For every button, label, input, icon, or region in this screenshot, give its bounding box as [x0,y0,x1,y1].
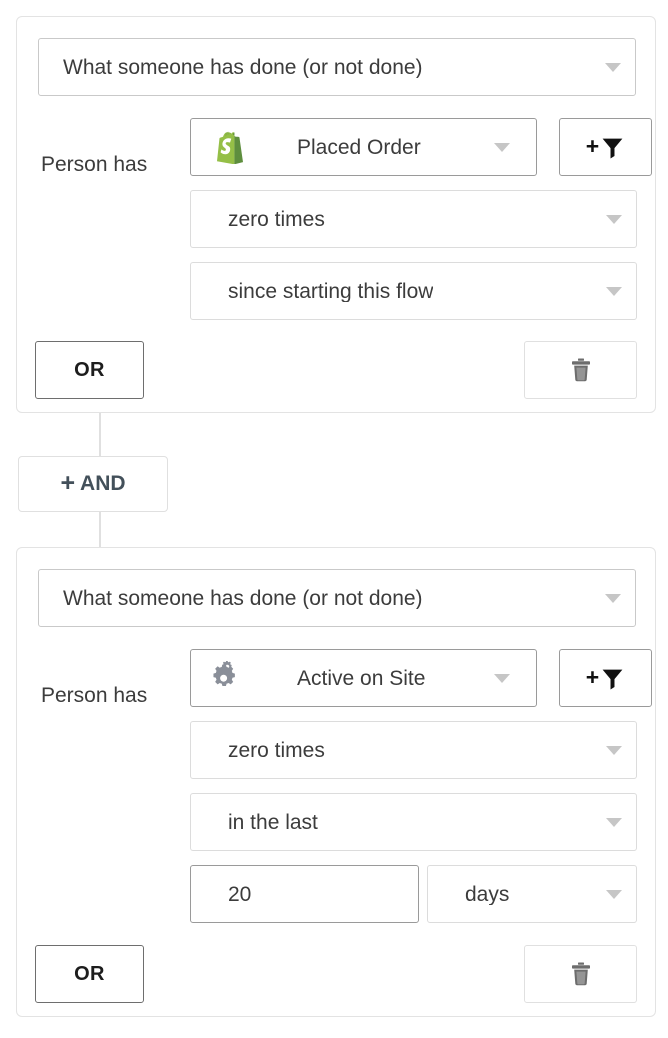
or-button-label: OR [74,962,105,985]
metric-select-2[interactable]: Active on Site [190,649,537,707]
add-filter-button-1[interactable]: + [559,118,652,176]
chevron-down-icon [606,746,622,755]
and-button-label: AND [80,472,126,495]
frequency-select-2[interactable]: zero times [190,721,637,779]
connector-line-bottom [99,512,101,547]
plus-icon: + [60,468,76,497]
shopify-icon [213,130,247,164]
amount-input-wrapper-2[interactable]: 20 [190,865,419,923]
or-button-2[interactable]: OR [35,945,144,1003]
plus-icon: + [585,663,600,690]
timeframe-value-1: since starting this flow [228,280,434,302]
amount-input-value: 20 [228,883,252,905]
delete-group-button-2[interactable] [524,945,637,1003]
chevron-down-icon [606,818,622,827]
person-has-label-2: Person has [41,684,148,707]
delete-group-button-1[interactable] [524,341,637,399]
trash-icon [570,357,592,383]
frequency-value-2: zero times [228,739,325,761]
metric-select-1[interactable]: Placed Order [190,118,537,176]
filter-funnel-icon [600,666,625,691]
chevron-down-icon [494,674,510,683]
chevron-down-icon [606,215,622,224]
gears-icon [213,661,251,695]
chevron-down-icon [494,143,510,152]
add-filter-button-2[interactable]: + [559,649,652,707]
timeframe-value-2: in the last [228,811,318,833]
filter-funnel-icon [600,135,625,160]
condition-group-1: What someone has done (or not done) Pers… [16,16,656,413]
or-button-label: OR [74,358,105,381]
timeframe-select-1[interactable]: since starting this flow [190,262,637,320]
connector-line-top [99,413,101,456]
timeframe-select-2[interactable]: in the last [190,793,637,851]
chevron-down-icon [606,890,622,899]
or-button-1[interactable]: OR [35,341,144,399]
metric-value-2: Active on Site [297,667,426,689]
condition-type-value-1: What someone has done (or not done) [63,56,423,78]
person-has-label-1: Person has [41,153,148,176]
condition-type-value-2: What someone has done (or not done) [63,587,423,609]
condition-type-select-2[interactable]: What someone has done (or not done) [38,569,636,627]
chevron-down-icon [605,63,621,72]
chevron-down-icon [605,594,621,603]
unit-value-2: days [465,883,510,905]
plus-icon: + [585,132,600,159]
trash-icon [570,961,592,987]
add-and-condition-button[interactable]: + AND [18,456,168,512]
filter-builder-canvas: What someone has done (or not done) Pers… [0,0,668,1038]
frequency-value-1: zero times [228,208,325,230]
metric-value-1: Placed Order [297,136,421,158]
condition-group-2: What someone has done (or not done) Pers… [16,547,656,1017]
chevron-down-icon [606,287,622,296]
frequency-select-1[interactable]: zero times [190,190,637,248]
condition-type-select-1[interactable]: What someone has done (or not done) [38,38,636,96]
unit-select-2[interactable]: days [427,865,637,923]
